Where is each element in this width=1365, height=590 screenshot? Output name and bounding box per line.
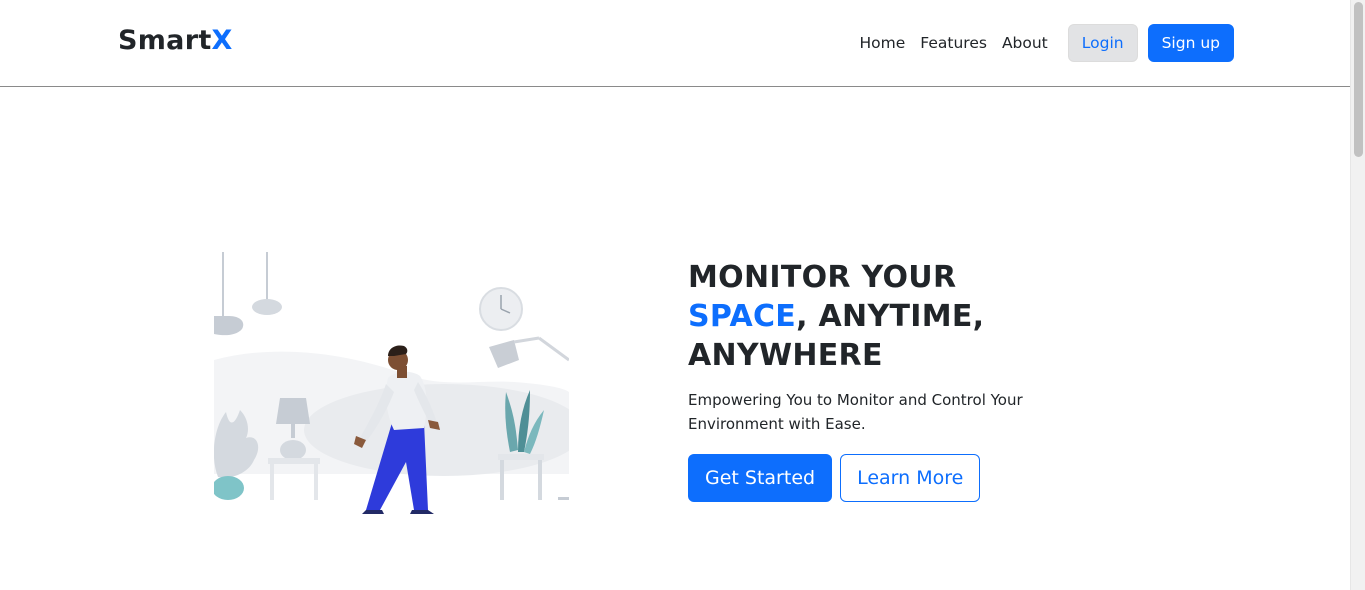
navbar: SmartX Home Features About Login Sign up	[0, 0, 1350, 87]
get-started-button[interactable]: Get Started	[688, 454, 833, 502]
brand-name-prefix: Smart	[118, 25, 212, 56]
nav-link-features[interactable]: Features	[920, 34, 987, 52]
learn-more-button[interactable]: Learn More	[840, 454, 981, 502]
hero-title: MONITOR YOUR SPACE, ANYTIME, ANYWHERE	[688, 258, 1088, 375]
nav-link-about[interactable]: About	[1002, 34, 1048, 52]
brand-logo[interactable]: SmartX	[118, 25, 233, 56]
person-walking-room-illustration-icon	[214, 252, 569, 514]
signup-button[interactable]: Sign up	[1147, 24, 1234, 62]
hero-title-line1: MONITOR YOUR	[688, 260, 957, 295]
scrollbar-thumb[interactable]	[1354, 2, 1363, 157]
brand-name-accent: X	[211, 25, 233, 56]
hero-subtitle: Empowering You to Monitor and Control Yo…	[688, 391, 1023, 433]
login-button[interactable]: Login	[1067, 24, 1138, 62]
hero-text: MONITOR YOUR SPACE, ANYTIME, ANYWHERE Em…	[688, 258, 1088, 502]
vertical-scrollbar[interactable]	[1350, 0, 1365, 590]
hero-title-line3: ANYWHERE	[688, 338, 883, 373]
hero-title-accent: SPACE	[688, 299, 797, 334]
nav-link-home[interactable]: Home	[860, 34, 906, 52]
nav-links: Home Features About Login Sign up	[860, 24, 1234, 62]
hero-buttons: Get Started Learn More	[688, 454, 1088, 502]
hero-title-line2-rest: , ANYTIME,	[796, 299, 985, 334]
